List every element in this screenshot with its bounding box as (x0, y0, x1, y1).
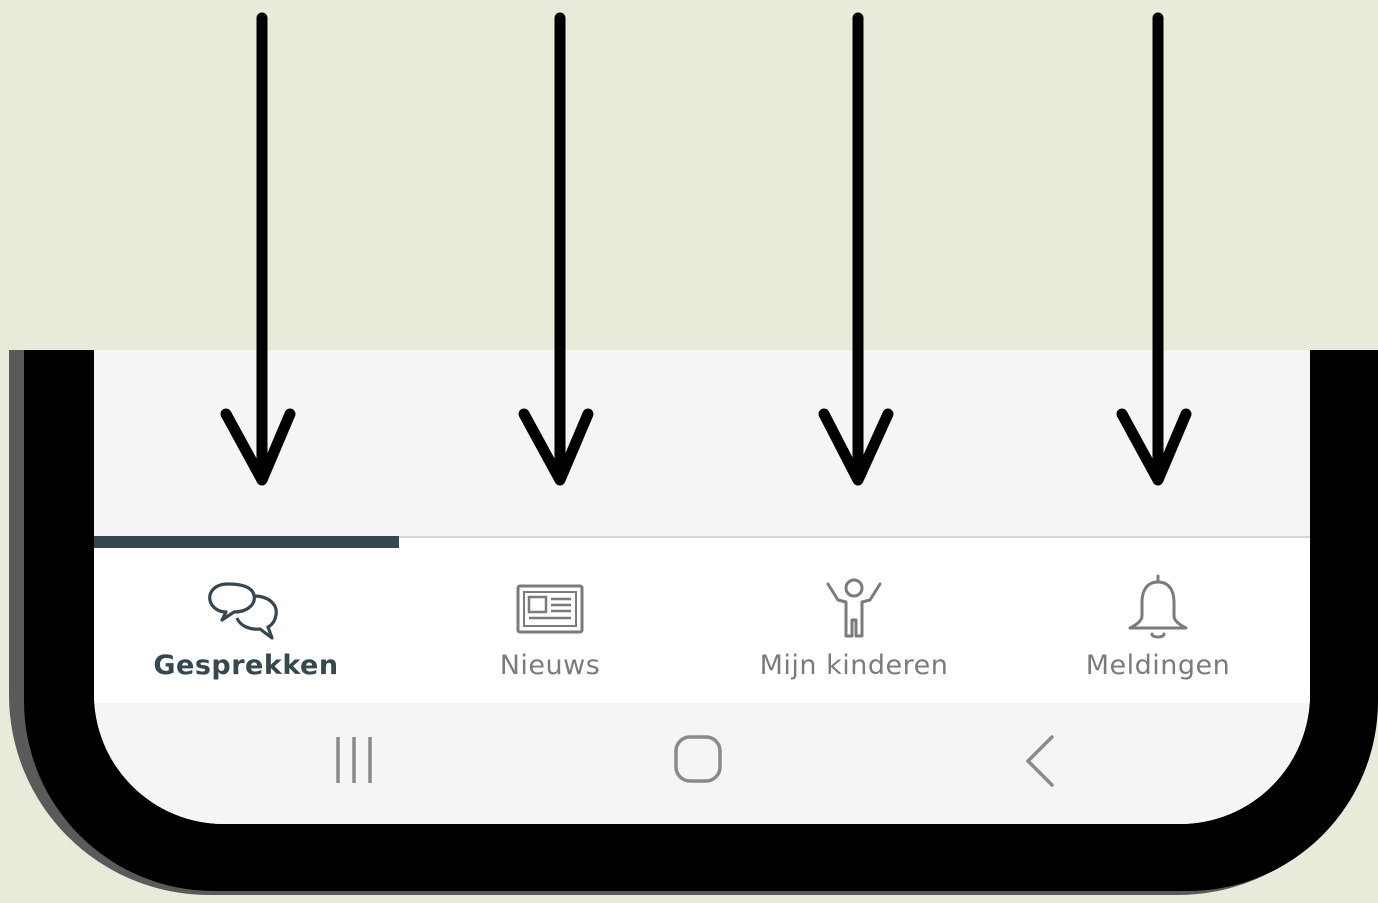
tab-nieuws[interactable]: Nieuws (398, 538, 702, 703)
tab-label-gesprekken: Gesprekken (153, 650, 339, 681)
phone-screen: Gesprekken Nieuws Mijn kinderen Meldinge… (94, 350, 1310, 824)
back-icon[interactable] (1010, 733, 1070, 789)
recents-icon[interactable] (324, 733, 384, 789)
tab-gesprekken[interactable]: Gesprekken (94, 538, 398, 703)
child-icon (826, 578, 882, 638)
tab-meldingen[interactable]: Meldingen (1006, 538, 1310, 703)
tab-label-nieuws: Nieuws (499, 650, 601, 681)
newspaper-icon (516, 584, 584, 634)
bottom-tab-bar: Gesprekken Nieuws Mijn kinderen Meldinge… (94, 536, 1310, 703)
tab-mijn-kinderen[interactable]: Mijn kinderen (702, 538, 1006, 703)
content-area (94, 350, 1310, 536)
tab-label-meldingen: Meldingen (1085, 650, 1231, 681)
system-navigation-bar (94, 703, 1310, 824)
bell-icon (1128, 574, 1188, 639)
tab-label-mijn-kinderen: Mijn kinderen (759, 650, 949, 681)
chat-bubbles-icon (208, 582, 278, 640)
home-icon[interactable] (668, 733, 728, 789)
